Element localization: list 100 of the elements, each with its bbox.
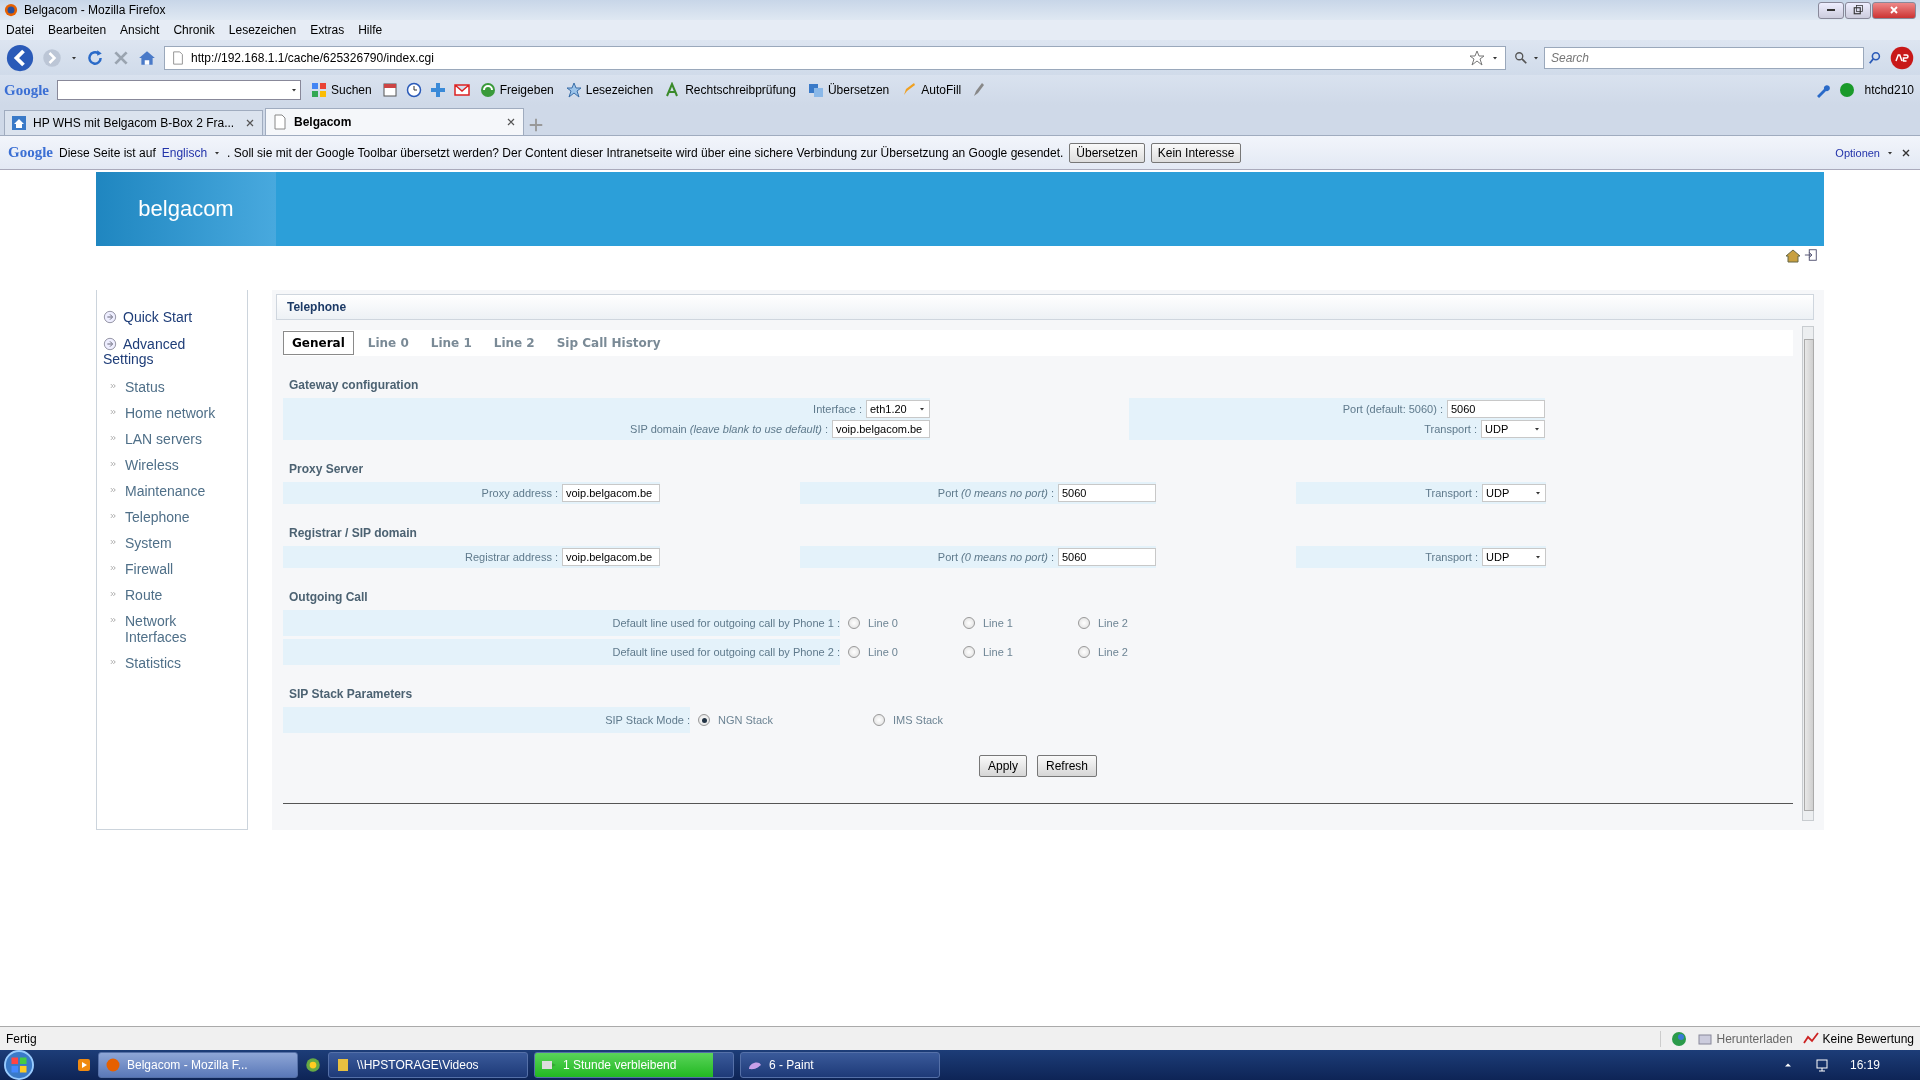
text-field[interactable]: voip.belgacom.be: [562, 548, 660, 566]
page-icon: [171, 50, 185, 65]
rating-status[interactable]: Keine Bewertung: [1802, 1030, 1914, 1047]
field-label: Transport :: [1425, 551, 1478, 563]
toolbar-button[interactable]: Freigeben: [477, 82, 556, 98]
nav-link[interactable]: Maintenance: [125, 483, 225, 499]
dropdown[interactable]: UDP: [1482, 484, 1546, 502]
form-button[interactable]: Apply: [978, 755, 1027, 777]
radio-button[interactable]: [1078, 617, 1090, 629]
globe-icon[interactable]: [1670, 1030, 1687, 1047]
star-icon: [565, 82, 582, 98]
taskbar-button[interactable]: \\HPSTORAGE\Videos: [328, 1052, 528, 1078]
settings-tab[interactable]: Sip Call History: [548, 332, 669, 354]
reload-icon[interactable]: [86, 48, 104, 67]
form-button[interactable]: Refresh: [1037, 755, 1098, 777]
dropdown[interactable]: UDP: [1481, 420, 1545, 438]
restore-button[interactable]: [1845, 1, 1871, 19]
toolbar-button[interactable]: Suchen: [309, 82, 374, 98]
caret-icon: [290, 86, 298, 94]
clock-icon[interactable]: [405, 82, 422, 98]
menu-item[interactable]: Hilfe: [358, 23, 383, 37]
nav-link[interactable]: Route: [125, 587, 225, 603]
field-label: Registrar address :: [465, 551, 558, 563]
text-field[interactable]: voip.belgacom.be: [832, 420, 930, 438]
search-field[interactable]: Search: [1544, 46, 1864, 69]
radio-button[interactable]: [963, 646, 975, 658]
text-field[interactable]: 5060: [1058, 484, 1156, 502]
dropdown[interactable]: UDP: [1482, 548, 1546, 566]
calendar-icon[interactable]: [381, 82, 398, 98]
radio-button[interactable]: [873, 714, 885, 726]
toolbar-button[interactable]: Lesezeichen: [563, 82, 656, 98]
section-title: Proxy Server: [289, 462, 365, 476]
address-bar[interactable]: http://192.168.1.1/cache/625326790/index.cgi: [164, 45, 1506, 70]
start-orb-icon[interactable]: [4, 1050, 34, 1080]
section-title: Gateway configuration: [289, 378, 420, 392]
dropdown[interactable]: eth1.20: [866, 400, 930, 418]
radio-button[interactable]: [963, 617, 975, 629]
close-icon[interactable]: [244, 117, 256, 129]
house-icon: [11, 115, 27, 131]
scrollbar[interactable]: [1802, 326, 1814, 821]
nav-link[interactable]: Firewall: [125, 561, 225, 577]
translate-button[interactable]: Übersetzen: [1069, 142, 1145, 163]
radio-button[interactable]: [848, 617, 860, 629]
account-button[interactable]: htchd210: [1862, 83, 1916, 97]
network-icon[interactable]: [1813, 1057, 1830, 1073]
status-text: Fertig: [6, 1031, 37, 1046]
nav-link[interactable]: Network Interfaces: [125, 613, 225, 645]
menu-item[interactable]: Bearbeiten: [48, 23, 107, 37]
field-label: Proxy address :: [481, 487, 558, 499]
nav-link[interactable]: Status: [125, 379, 225, 395]
plus-icon[interactable]: [429, 82, 446, 98]
close-icon[interactable]: [505, 116, 517, 128]
text-field[interactable]: 5060: [1058, 548, 1156, 566]
menu-item[interactable]: Datei: [6, 23, 34, 37]
language-dropdown[interactable]: Englisch: [161, 145, 208, 160]
text-field[interactable]: voip.belgacom.be: [562, 484, 660, 502]
radio-button[interactable]: [1078, 646, 1090, 658]
nav-link[interactable]: Home network: [125, 405, 225, 421]
search-icon[interactable]: [1868, 50, 1882, 65]
nav-section-link[interactable]: Advanced Settings: [103, 337, 203, 367]
option-label: Line 1: [983, 646, 1013, 658]
menu-item[interactable]: Extras: [310, 23, 345, 37]
menu-item[interactable]: Lesezeichen: [228, 23, 297, 37]
nav-link[interactable]: Wireless: [125, 457, 225, 473]
arrow-circle-icon: [103, 337, 117, 351]
translate-button[interactable]: Kein Interesse: [1150, 142, 1242, 163]
mail-icon[interactable]: [453, 82, 470, 98]
nav-section-link[interactable]: Quick Start: [103, 310, 203, 325]
taskbar-button[interactable]: 6 - Paint: [740, 1052, 940, 1078]
toolbar-search-field[interactable]: [57, 80, 301, 100]
menu-item[interactable]: Chronik: [173, 23, 215, 37]
toolbar-button[interactable]: Rechtschreibprüfung: [663, 82, 798, 98]
bookmark-star-icon[interactable]: [1469, 49, 1485, 66]
browser-tab[interactable]: Belgacom: [265, 108, 524, 135]
options-link[interactable]: Optionen: [1827, 146, 1880, 159]
nav-link[interactable]: Statistics: [125, 655, 225, 671]
google-logo: Google: [4, 81, 49, 99]
settings-tab[interactable]: Line 0: [359, 332, 417, 354]
back-icon[interactable]: [6, 43, 34, 72]
nav-link[interactable]: System: [125, 535, 225, 551]
settings-tab[interactable]: Line 2: [485, 332, 543, 354]
toolbar-button[interactable]: Übersetzen: [805, 82, 892, 98]
close-button[interactable]: [1872, 1, 1916, 19]
status-dot-icon: [1838, 82, 1855, 98]
logout-icon[interactable]: [1804, 248, 1818, 262]
settings-tab[interactable]: Line 1: [422, 332, 480, 354]
text-field[interactable]: 5060: [1447, 400, 1545, 418]
radio-button[interactable]: [698, 714, 710, 726]
toolbar-button[interactable]: AutoFill: [899, 82, 964, 98]
nav-link[interactable]: Telephone: [125, 509, 225, 525]
radio-button[interactable]: [848, 646, 860, 658]
minimize-button[interactable]: [1818, 1, 1844, 19]
media-player-icon[interactable]: [76, 1057, 92, 1073]
menu-item[interactable]: Ansicht: [120, 23, 160, 37]
download-status[interactable]: Herunterladen: [1696, 1030, 1793, 1047]
home-icon[interactable]: [1785, 248, 1801, 264]
firefox-icon: [4, 3, 18, 17]
settings-tab[interactable]: General: [283, 331, 354, 355]
browser-tab[interactable]: HP WHS mit Belgacom B-Box 2 Fra...: [4, 110, 263, 135]
nav-link[interactable]: LAN servers: [125, 431, 225, 447]
